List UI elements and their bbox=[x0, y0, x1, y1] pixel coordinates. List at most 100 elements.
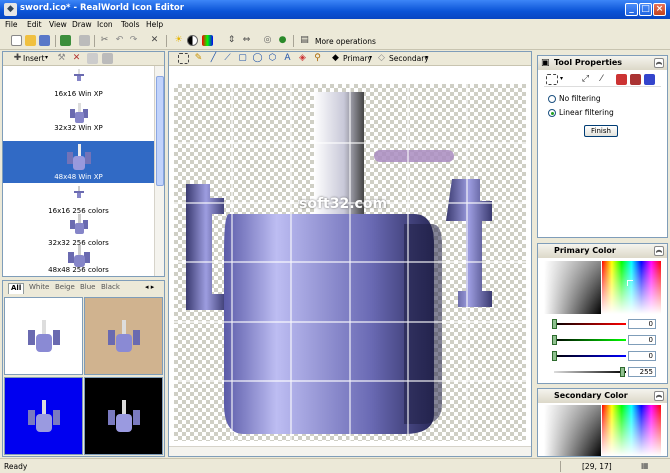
text-tool-icon[interactable]: A bbox=[282, 53, 293, 64]
collapse-icon[interactable]: ︽ bbox=[654, 391, 664, 401]
hue-picker[interactable] bbox=[602, 405, 661, 456]
canvas-area: ✎ ╱ ⟋ ▢ ◯ ⬡ A ◈ ⚲ ◆ Primary ▾ ◇ Secondar… bbox=[168, 51, 532, 457]
preview-white bbox=[4, 297, 83, 375]
menu-draw[interactable]: Draw bbox=[72, 20, 92, 29]
import-icon[interactable] bbox=[60, 35, 71, 46]
menu-view[interactable]: View bbox=[49, 20, 67, 29]
format-list-scrollbar[interactable] bbox=[154, 66, 164, 276]
slider-thumb[interactable] bbox=[552, 319, 557, 329]
app-window: ◆ sword.ico* - RealWorld Icon Editor _ □… bbox=[0, 0, 670, 473]
tab-all[interactable]: All bbox=[8, 283, 25, 294]
scrollbar-thumb[interactable] bbox=[156, 76, 164, 186]
radio-selected-icon[interactable] bbox=[548, 109, 556, 117]
ellipse-tool-icon[interactable]: ◯ bbox=[252, 53, 263, 64]
toolbar-separator bbox=[94, 35, 95, 47]
tab-beige[interactable]: Beige bbox=[53, 283, 77, 294]
tab-white[interactable]: White bbox=[27, 283, 51, 294]
canvas-horizontal-scrollbar[interactable] bbox=[169, 446, 531, 456]
close-button[interactable]: × bbox=[653, 3, 666, 16]
maximize-button[interactable]: □ bbox=[639, 3, 652, 16]
main-toolbar: ✂ ↶ ↷ ✕ ☀ ⇕ ⇔ ◎ ● ▤ More operations bbox=[0, 32, 670, 50]
pixel-canvas[interactable]: soft32.com bbox=[174, 84, 526, 441]
sword-preview-icon bbox=[108, 400, 140, 432]
menu-icon[interactable]: Icon bbox=[97, 20, 113, 29]
new-file-icon[interactable] bbox=[11, 35, 22, 46]
green-slider[interactable] bbox=[554, 339, 626, 341]
sword-thumbnail-icon bbox=[66, 144, 91, 170]
list-item[interactable]: 48x48 256 colors bbox=[3, 242, 154, 276]
selection-tool-icon[interactable] bbox=[178, 53, 189, 64]
camera-icon[interactable] bbox=[79, 35, 90, 46]
finish-button[interactable]: Finish bbox=[584, 125, 618, 137]
list-item[interactable]: 16x16 Win XP bbox=[3, 66, 154, 100]
saturation-value-picker[interactable] bbox=[544, 405, 601, 456]
secondary-color-button[interactable]: Secondary bbox=[389, 54, 429, 63]
format-label: 32x32 Win XP bbox=[54, 124, 103, 132]
flip-horizontal-icon[interactable]: ⇔ bbox=[241, 35, 252, 46]
preview-beige bbox=[84, 297, 163, 375]
flip-vertical-icon[interactable]: ⇕ bbox=[226, 35, 237, 46]
skew-icon[interactable]: ⁄ bbox=[596, 74, 607, 85]
linear-filtering-option[interactable]: Linear filtering bbox=[548, 108, 614, 117]
tab-scroll-arrows-icon[interactable]: ◂ ▸ bbox=[145, 283, 154, 291]
tab-black[interactable]: Black bbox=[99, 283, 122, 294]
undo-icon[interactable]: ↶ bbox=[114, 35, 125, 46]
menu-tools[interactable]: Tools bbox=[121, 20, 139, 29]
delete-format-icon[interactable]: ✕ bbox=[71, 53, 82, 64]
brush-tool-icon[interactable]: ╱ bbox=[208, 53, 219, 64]
color-mode-icon[interactable] bbox=[644, 74, 655, 85]
delete-icon[interactable]: ✕ bbox=[149, 35, 160, 46]
collapse-icon[interactable]: ︽ bbox=[654, 58, 664, 68]
menu-file[interactable]: File bbox=[5, 20, 18, 29]
hue-picker[interactable] bbox=[602, 261, 661, 314]
paste-icon[interactable] bbox=[102, 53, 113, 64]
save-icon[interactable] bbox=[39, 35, 50, 46]
blue-slider[interactable] bbox=[554, 355, 626, 357]
minimize-button[interactable]: _ bbox=[625, 3, 638, 16]
red-value-input[interactable]: 0 bbox=[628, 319, 656, 329]
alpha-value-input[interactable]: 255 bbox=[628, 367, 656, 377]
slider-thumb[interactable] bbox=[552, 335, 557, 345]
radio-icon[interactable] bbox=[548, 95, 556, 103]
copy-icon[interactable] bbox=[87, 53, 98, 64]
menu-help[interactable]: Help bbox=[146, 20, 163, 29]
list-item[interactable]: 32x32 Win XP bbox=[3, 100, 154, 134]
layers-icon: ▦ bbox=[641, 461, 649, 470]
no-filtering-option[interactable]: No filtering bbox=[548, 94, 601, 103]
slider-thumb[interactable] bbox=[552, 351, 557, 361]
slider-thumb[interactable] bbox=[620, 367, 625, 377]
red-slider[interactable] bbox=[554, 323, 626, 325]
resize-icon[interactable]: ⤢ bbox=[580, 74, 591, 85]
list-item-selected[interactable]: 48x48 Win XP bbox=[3, 141, 154, 183]
pencil-tool-icon[interactable]: ✎ bbox=[193, 53, 204, 64]
contrast-icon[interactable] bbox=[187, 35, 198, 46]
brightness-icon[interactable]: ☀ bbox=[173, 35, 184, 46]
rectangle-tool-icon[interactable]: ▢ bbox=[237, 53, 248, 64]
more-operations-icon[interactable]: ▤ bbox=[299, 35, 310, 46]
primary-color-button[interactable]: Primary bbox=[343, 54, 372, 63]
polygon-tool-icon[interactable]: ⬡ bbox=[267, 53, 278, 64]
color-mode-icon[interactable] bbox=[616, 74, 627, 85]
green-value-input[interactable]: 0 bbox=[628, 335, 656, 345]
saturation-value-picker[interactable] bbox=[544, 261, 601, 314]
transform-icon[interactable]: ◎ bbox=[262, 35, 273, 46]
fill-tool-icon[interactable]: ◈ bbox=[297, 53, 308, 64]
alpha-slider[interactable] bbox=[554, 371, 626, 373]
open-folder-icon[interactable] bbox=[25, 35, 36, 46]
hue-icon[interactable] bbox=[202, 35, 213, 46]
collapse-icon[interactable]: ︽ bbox=[654, 246, 664, 256]
cut-icon[interactable]: ✂ bbox=[99, 35, 110, 46]
more-operations-button[interactable]: More operations bbox=[315, 37, 376, 46]
eyedropper-tool-icon[interactable]: ⚲ bbox=[312, 53, 323, 64]
insert-button[interactable]: Insert bbox=[23, 54, 45, 63]
blue-value-input[interactable]: 0 bbox=[628, 351, 656, 361]
tab-blue[interactable]: Blue bbox=[78, 283, 98, 294]
color-mode-icon[interactable] bbox=[630, 74, 641, 85]
convert-icon[interactable]: ⚒ bbox=[56, 53, 67, 64]
insert-icon: ✚ bbox=[13, 53, 22, 63]
selection-mode-icon[interactable] bbox=[546, 74, 558, 85]
redo-icon[interactable]: ↷ bbox=[128, 35, 139, 46]
effect-icon[interactable]: ● bbox=[277, 35, 288, 46]
menu-edit[interactable]: Edit bbox=[27, 20, 42, 29]
line-tool-icon[interactable]: ⟋ bbox=[222, 53, 233, 64]
